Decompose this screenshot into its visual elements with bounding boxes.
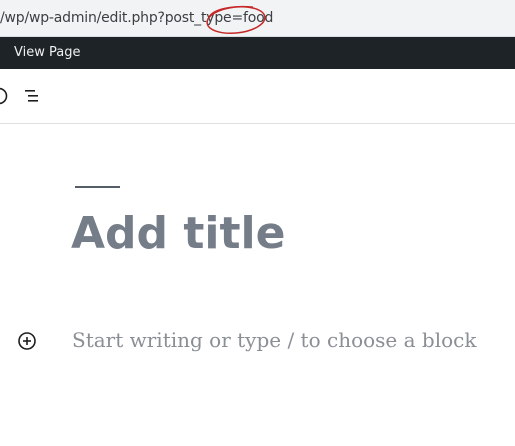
title-divider bbox=[75, 186, 120, 188]
post-title-placeholder[interactable]: Add title bbox=[71, 208, 285, 259]
plus-circle-icon[interactable] bbox=[17, 331, 37, 351]
url-text[interactable]: /wp/wp-admin/edit.php?post_type=food bbox=[0, 10, 273, 26]
view-page-link[interactable]: View Page bbox=[14, 45, 80, 60]
browser-url-bar[interactable]: /wp/wp-admin/edit.php?post_type=food bbox=[0, 0, 515, 37]
list-view-icon[interactable] bbox=[23, 86, 43, 106]
wp-admin-bar: View Page bbox=[0, 37, 515, 69]
editor-toolbar bbox=[0, 69, 515, 124]
info-icon[interactable] bbox=[0, 86, 9, 106]
block-placeholder[interactable]: Start writing or type / to choose a bloc… bbox=[72, 328, 476, 352]
